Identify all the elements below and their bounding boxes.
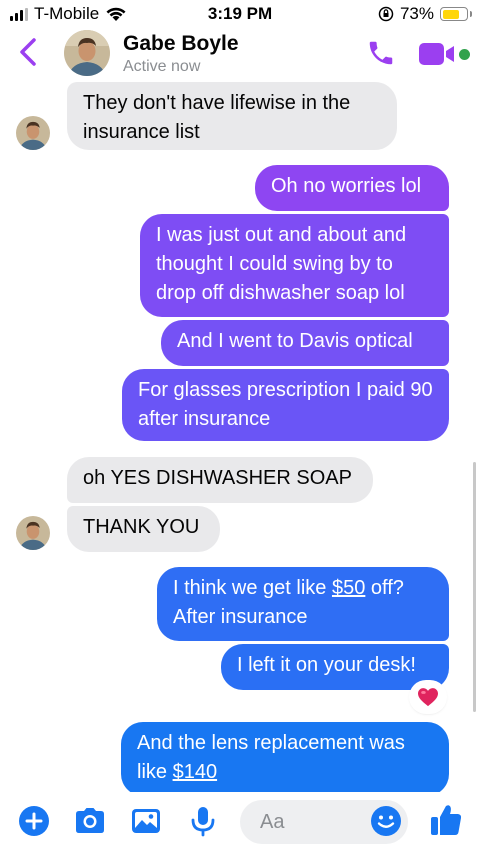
battery-icon (440, 7, 472, 21)
sender-avatar[interactable] (16, 116, 50, 150)
thumbs-up-icon[interactable] (428, 802, 464, 838)
contact-avatar[interactable] (64, 30, 110, 76)
conversation-header: Gabe Boyle Active now (0, 28, 480, 82)
video-camera-icon[interactable] (418, 42, 456, 66)
contact-name[interactable]: Gabe Boyle (123, 32, 239, 56)
orientation-lock-icon (378, 6, 394, 22)
message-incoming[interactable]: They don't have lifewise in the insuranc… (67, 82, 397, 150)
message-text: I think we get like (173, 577, 332, 599)
message-amount-link[interactable]: $140 (173, 761, 218, 783)
online-indicator (459, 49, 470, 60)
message-outgoing[interactable]: I think we get like $50 off? After insur… (157, 567, 449, 641)
reaction-heart[interactable] (411, 682, 445, 712)
chevron-left-icon[interactable] (16, 36, 40, 68)
sender-avatar[interactable] (16, 516, 50, 550)
status-bar: T-Mobile 3:19 PM 73% (0, 0, 480, 28)
plus-circle-icon[interactable] (17, 804, 51, 838)
heart-icon (418, 688, 438, 707)
smiley-icon[interactable] (370, 805, 402, 837)
active-status: Active now (123, 58, 201, 75)
message-outgoing[interactable]: And the lens replacement was like $140 (121, 722, 449, 792)
message-incoming[interactable]: oh YES DISHWASHER SOAP (67, 457, 373, 503)
message-outgoing[interactable]: I left it on your desk! (221, 644, 449, 690)
message-outgoing[interactable]: For glasses prescription I paid 90 after… (122, 369, 449, 441)
phone-icon[interactable] (366, 38, 396, 68)
message-outgoing[interactable]: Oh no worries lol (255, 165, 449, 211)
messenger-screen: T-Mobile 3:19 PM 73% Gabe Boyle Active n… (0, 0, 480, 854)
battery-percent: 73% (399, 4, 434, 23)
message-incoming[interactable]: THANK YOU (67, 506, 220, 552)
camera-icon[interactable] (73, 804, 107, 838)
message-outgoing[interactable]: And I went to Davis optical (161, 320, 449, 366)
message-list[interactable]: They don't have lifewise in the insuranc… (0, 82, 480, 792)
message-input-placeholder: Aa (260, 811, 285, 833)
microphone-icon[interactable] (186, 804, 220, 838)
message-outgoing[interactable]: I was just out and about and thought I c… (140, 214, 449, 317)
composer-bar: Aa (0, 792, 480, 854)
scrollbar[interactable] (473, 462, 476, 712)
message-amount-link[interactable]: $50 (332, 577, 365, 599)
image-icon[interactable] (129, 804, 163, 838)
status-right: 73% (378, 4, 472, 24)
